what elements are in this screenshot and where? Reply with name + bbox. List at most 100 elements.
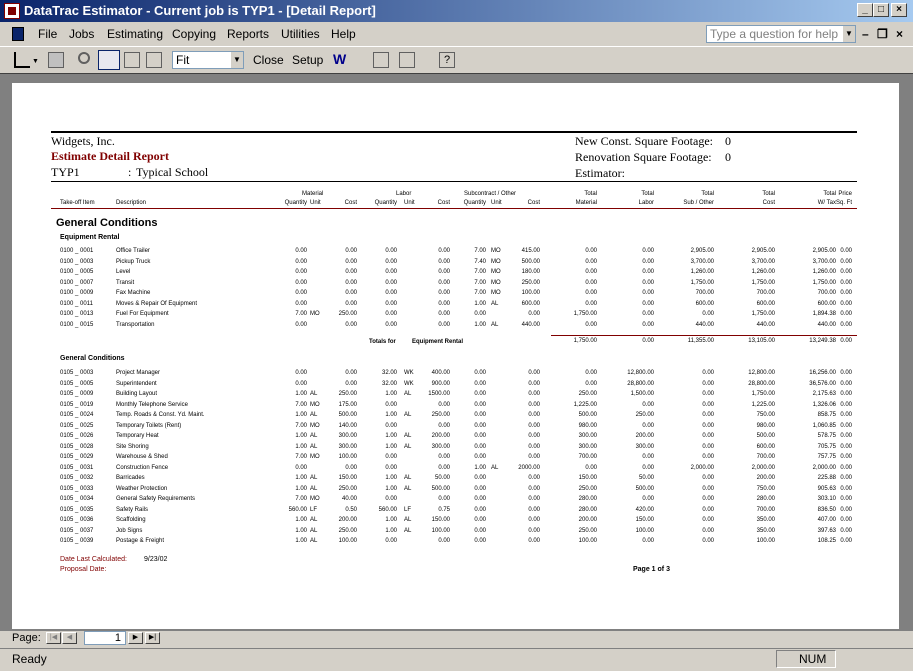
header-top-rule	[51, 131, 857, 133]
help-icon[interactable]: ?	[439, 52, 455, 68]
menu-file[interactable]: File	[38, 27, 57, 41]
close-preview-button[interactable]: Close	[253, 53, 284, 67]
table-cell: 0105 _ 0003	[60, 370, 94, 376]
app-icon	[4, 3, 20, 19]
next-page-button[interactable]: ▶	[128, 632, 143, 644]
first-page-button[interactable]: |◀	[46, 632, 61, 644]
table-cell: Project Manager	[116, 370, 161, 376]
multiple-pages-icon[interactable]	[146, 52, 162, 68]
table-cell: 0100 _ 0003	[60, 258, 94, 265]
table-cell: 0.00	[840, 475, 852, 481]
zoom-icon[interactable]	[78, 52, 90, 64]
table-cell: Scaffolding	[116, 517, 146, 523]
table-cell: Moves & Repair Of Equipment	[116, 300, 198, 307]
total-cell: 0.00	[840, 338, 852, 344]
col-group-subcontract: Subcontract / Other	[464, 191, 517, 197]
table-cell: 0.00	[840, 538, 852, 544]
page-label: Page:	[12, 632, 41, 644]
table-cell: 0.00	[840, 370, 852, 376]
table-cell: 0.00	[840, 496, 852, 502]
table-cell: 0105 _ 0028	[60, 443, 94, 450]
print-icon[interactable]	[48, 52, 64, 68]
menu-help[interactable]: Help	[331, 27, 356, 41]
table-cell: 0.00	[840, 485, 852, 492]
table-cell: Temp. Roads & Const. Yd. Maint.	[116, 412, 205, 418]
col-header-takeoff: Take-off Item	[60, 200, 95, 206]
chevron-down-icon[interactable]: ▼	[843, 26, 855, 42]
prev-page-button[interactable]: ◀	[62, 632, 77, 644]
date-calc-value: 9/23/02	[144, 556, 168, 563]
table-cell: 0.00	[840, 248, 852, 254]
table-cell: Weather Protection	[116, 485, 168, 492]
proposal-label: Proposal Date:	[60, 566, 107, 573]
menu-utilities[interactable]: Utilities	[281, 27, 320, 41]
job-code: TYP1	[51, 165, 80, 179]
table-cell: Fax Machine	[116, 290, 151, 296]
page-indicator: Page 1 of 3	[633, 566, 670, 573]
totals-group-name: Equipment Rental	[412, 339, 464, 345]
page-number-input[interactable]: 1	[84, 631, 126, 645]
preview-area[interactable]: Widgets, Inc. Estimate Detail Report TYP1:…	[0, 73, 913, 631]
menu-jobs[interactable]: Jobs	[69, 27, 94, 41]
chevron-down-icon[interactable]: ▼	[231, 52, 243, 68]
new-const-value: 0	[725, 134, 731, 148]
one-page-icon[interactable]	[98, 50, 120, 70]
export-word-icon[interactable]: W	[333, 52, 349, 68]
report-page: Widgets, Inc. Estimate Detail Report TYP1:…	[12, 83, 899, 629]
setup-button[interactable]: Setup	[292, 53, 323, 67]
two-pages-icon[interactable]	[124, 52, 140, 68]
table-cell: 0.00	[840, 443, 852, 450]
toolbar: ▼ W ?	[0, 47, 913, 73]
table-cell: 0.00	[840, 401, 852, 408]
new-object-icon[interactable]	[399, 52, 415, 68]
table-cell: 0.00	[840, 391, 852, 397]
table-cell: Building Layout	[116, 391, 158, 397]
database-window-icon[interactable]	[373, 52, 389, 68]
table-cell: Office Trailer	[116, 248, 150, 254]
job-separator: :	[128, 165, 132, 179]
table-cell: 0100 _ 0009	[60, 290, 94, 296]
minimize-button[interactable]: _	[857, 3, 873, 17]
page-navigation: Page: |◀ ◀ 1 ▶ ▶|	[0, 630, 913, 646]
table-cell: 0.00	[840, 433, 852, 439]
close-button[interactable]: ×	[891, 3, 907, 17]
table-cell: 0105 _ 0026	[60, 433, 94, 439]
table-cell: 0.00	[840, 258, 852, 265]
table-cell: Site Shoring	[116, 443, 149, 450]
menu-reports[interactable]: Reports	[227, 27, 269, 41]
header-bottom-rule	[51, 181, 857, 182]
table-cell: 0.00	[840, 300, 852, 307]
mdi-minimize-button[interactable]: –	[862, 27, 869, 41]
design-view-icon[interactable]	[14, 52, 30, 68]
table-cell: 0105 _ 0035	[60, 506, 94, 513]
menu-estimating[interactable]: Estimating	[107, 27, 163, 41]
table-cell: 0.00	[840, 380, 852, 387]
table-cell: 0.00	[840, 412, 852, 418]
status-text: Ready	[12, 652, 47, 666]
company-name: Widgets, Inc.	[51, 134, 115, 148]
window-title: DataTrac Estimator - Current job is TYP1…	[24, 3, 376, 18]
table-cell: 0105 _ 0031	[60, 464, 94, 471]
chevron-down-icon[interactable]: ▼	[32, 58, 40, 65]
table-cell: 0.00	[840, 269, 852, 275]
group-title-general: General Conditions	[60, 355, 125, 362]
table-cell: 0.00	[840, 321, 852, 328]
document-icon[interactable]	[12, 27, 24, 41]
table-cell: Temporary Heat	[116, 433, 159, 439]
table-cell: 0105 _ 0037	[60, 527, 94, 534]
table-cell: Safety Rails	[116, 506, 149, 513]
table-cell: 0.00	[840, 464, 852, 471]
mdi-restore-button[interactable]: ❐	[877, 27, 888, 41]
help-search-input[interactable]: Type a question for help ▼	[706, 25, 856, 43]
new-const-label: New Const. Square Footage:	[575, 134, 713, 148]
table-cell: 0105 _ 0005	[60, 380, 94, 387]
maximize-button[interactable]: □	[873, 3, 889, 17]
last-page-button[interactable]: ▶|	[145, 632, 160, 644]
table-cell: 0100 _ 0005	[60, 269, 94, 275]
zoom-select[interactable]: Fit ▼	[172, 51, 244, 69]
totals-label: Totals for	[369, 339, 396, 345]
mdi-close-button[interactable]: ×	[896, 27, 903, 41]
menu-copying[interactable]: Copying	[172, 27, 216, 41]
table-cell: Transportation	[116, 321, 155, 328]
table-cell: 0105 _ 0024	[60, 412, 94, 418]
